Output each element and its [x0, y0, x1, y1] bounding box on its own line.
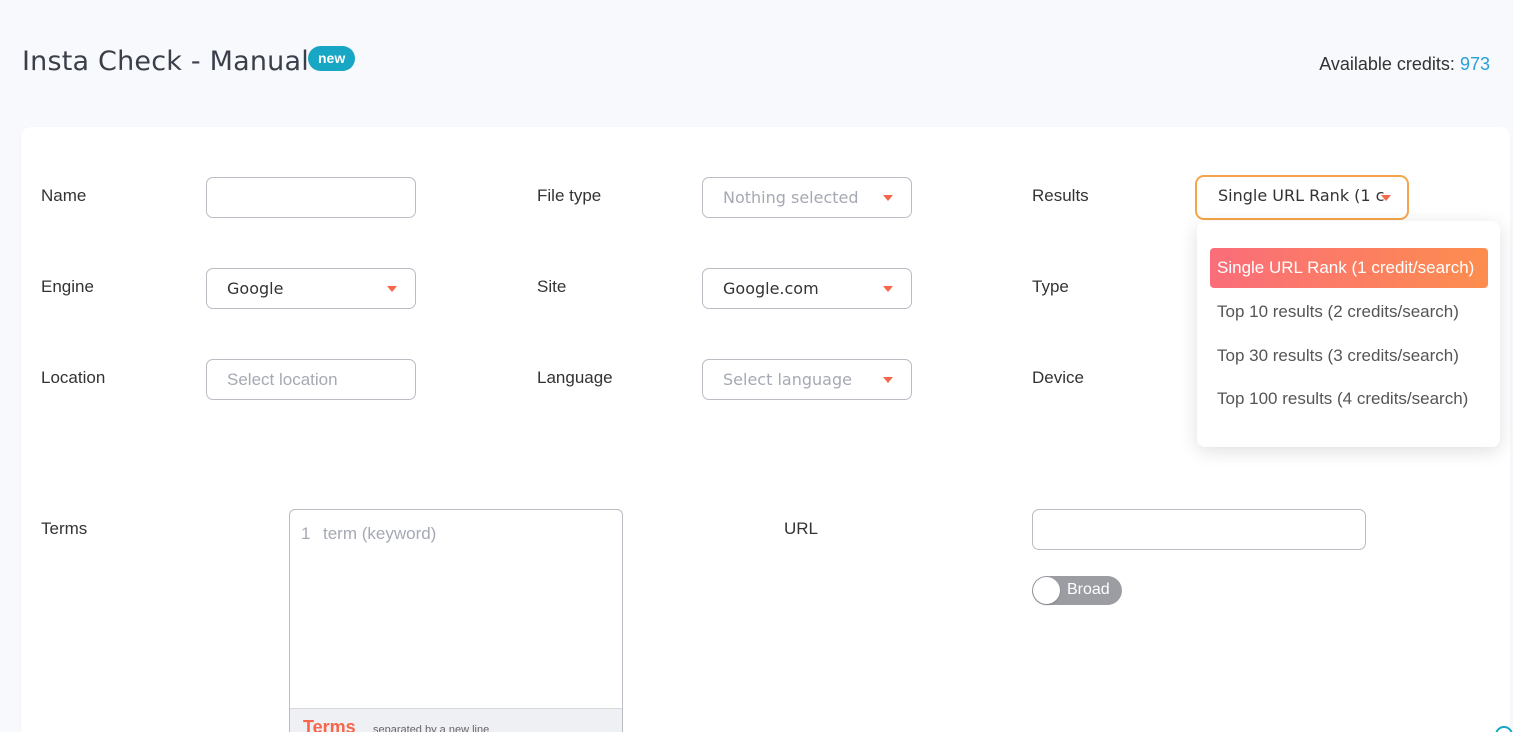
results-select[interactable]: Single URL Rank (1 c: [1195, 175, 1409, 220]
name-label: Name: [41, 186, 87, 205]
broad-toggle-label: Broad: [1067, 581, 1110, 598]
site-selected-value: Google.com: [723, 279, 819, 298]
results-option-top-30[interactable]: Top 30 results (3 credits/search): [1210, 336, 1488, 376]
terms-footer: Terms separated by a new line: [290, 708, 622, 732]
language-select[interactable]: Select language: [702, 359, 912, 400]
results-dropdown-menu: Single URL Rank (1 credit/search) Top 10…: [1197, 221, 1500, 447]
url-input-wrapper: [1032, 509, 1366, 550]
help-widget-icon[interactable]: [1495, 726, 1513, 732]
credits-value: 973: [1459, 54, 1490, 74]
location-label: Location: [41, 368, 106, 387]
file-type-select[interactable]: Nothing selected: [702, 177, 912, 218]
toggle-knob: [1033, 577, 1060, 604]
chevron-down-icon: [883, 195, 893, 201]
chevron-down-icon: [387, 286, 397, 292]
file-type-placeholder: Nothing selected: [723, 188, 859, 207]
terms-label: Terms: [41, 519, 88, 538]
broad-toggle[interactable]: Broad: [1032, 576, 1122, 605]
chevron-down-icon: [883, 286, 893, 292]
language-label: Language: [537, 368, 613, 387]
name-input[interactable]: [207, 178, 415, 218]
engine-label: Engine: [41, 277, 94, 296]
file-type-label: File type: [537, 186, 602, 205]
chevron-down-icon: [1381, 195, 1391, 201]
results-option-single-url[interactable]: Single URL Rank (1 credit/search): [1210, 248, 1488, 288]
results-option-top-100[interactable]: Top 100 results (4 credits/search): [1210, 379, 1488, 419]
location-input[interactable]: [227, 360, 415, 400]
terms-line-number: 1: [301, 524, 311, 543]
chevron-down-icon: [883, 377, 893, 383]
device-label: Device: [1032, 368, 1084, 387]
engine-select[interactable]: Google: [206, 268, 416, 309]
new-badge: new: [308, 46, 356, 71]
page-title: Insta Check - Manual: [22, 46, 309, 77]
name-input-wrapper: [206, 177, 416, 218]
location-input-wrapper: [206, 359, 416, 400]
site-label: Site: [537, 277, 567, 296]
engine-selected-value: Google: [227, 279, 284, 298]
results-option-top-10[interactable]: Top 10 results (2 credits/search): [1210, 292, 1488, 332]
results-label: Results: [1032, 186, 1089, 205]
url-label: URL: [784, 519, 819, 538]
type-label: Type: [1032, 277, 1069, 296]
credits-label: Available credits:: [1319, 54, 1455, 74]
available-credits: Available credits: 973: [1319, 54, 1490, 75]
terms-footer-hint: separated by a new line: [373, 724, 490, 732]
language-placeholder: Select language: [723, 370, 852, 389]
terms-footer-title: Terms: [303, 717, 356, 732]
terms-textarea[interactable]: 1 term (keyword) Terms separated by a ne…: [289, 509, 623, 732]
terms-placeholder: term (keyword): [323, 524, 437, 543]
results-selected-value: Single URL Rank (1 c: [1218, 186, 1385, 205]
site-select[interactable]: Google.com: [702, 268, 912, 309]
url-input[interactable]: [1033, 510, 1365, 549]
